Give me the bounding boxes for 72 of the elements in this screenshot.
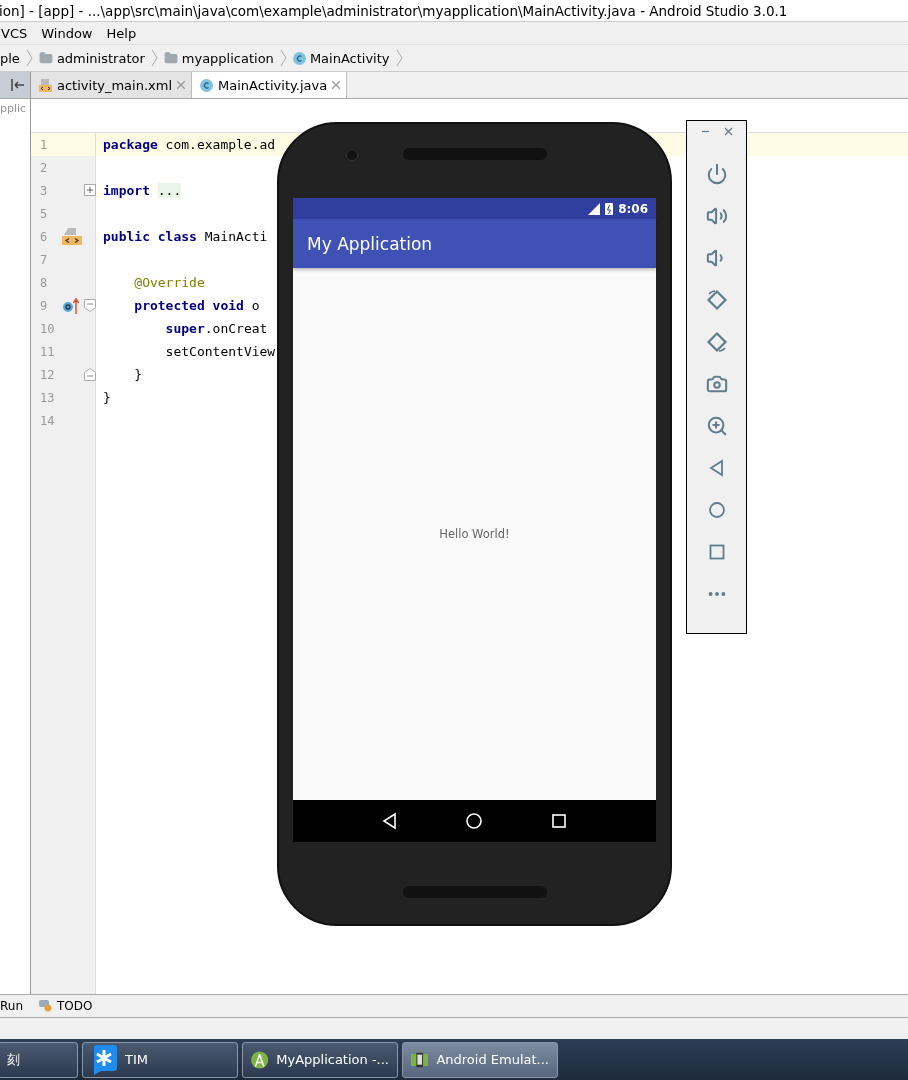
camera-lens: [346, 149, 358, 161]
taskbar-button[interactable]: TIM: [82, 1041, 238, 1078]
code-line: }: [102, 390, 111, 405]
line-number: 6: [39, 229, 49, 244]
power-icon[interactable]: [705, 163, 728, 185]
rotate-left-icon[interactable]: [705, 289, 728, 311]
line-number: 11: [39, 344, 56, 359]
breadcrumb-item[interactable]: administrator: [38, 50, 145, 66]
code-line: public class MainActi: [102, 229, 268, 244]
line-number: 9: [39, 298, 49, 313]
class-icon: [292, 51, 306, 65]
code-line: import ...: [102, 183, 182, 198]
battery-icon: [605, 202, 614, 215]
editor-tab[interactable]: MainActivity.java: [192, 72, 348, 98]
zoom-in-icon[interactable]: [705, 415, 728, 437]
star-app-icon: [91, 1044, 117, 1075]
chevron-icon: [395, 48, 403, 68]
code-line: @Override: [133, 275, 205, 290]
tool-window-button[interactable]: TODO: [39, 999, 93, 1013]
fold-expand-icon[interactable]: [84, 184, 96, 197]
status-time: 8:06: [618, 201, 648, 216]
line-number: 1: [39, 137, 49, 152]
close-icon[interactable]: [332, 81, 341, 89]
todo-icon: [39, 1000, 53, 1012]
fold-icon[interactable]: [84, 368, 96, 381]
tool-window-button[interactable]: Run: [0, 999, 23, 1013]
line-number: 10: [39, 321, 56, 336]
menu-item[interactable]: Help: [105, 25, 138, 41]
line-number: 13: [39, 390, 56, 405]
breadcrumb-item[interactable]: myapplication: [163, 50, 274, 66]
code-line: super.onCreat: [164, 321, 268, 336]
line-number: 3: [39, 183, 49, 198]
line-number: 7: [39, 252, 49, 267]
recents-icon[interactable]: [549, 812, 568, 830]
code-line: protected void o: [133, 298, 260, 313]
chevron-icon: [279, 48, 287, 68]
code-line: }: [133, 367, 143, 382]
breadcrumb-item[interactable]: ple: [0, 50, 20, 66]
editor-tab[interactable]: activity_main.xml: [31, 72, 192, 98]
collapse-pane-icon[interactable]: [10, 79, 24, 91]
home-icon[interactable]: [465, 812, 484, 830]
override-icon[interactable]: [62, 296, 82, 315]
close-icon[interactable]: [723, 127, 733, 136]
fold-icon[interactable]: [84, 299, 96, 312]
line-number: 14: [39, 413, 56, 428]
taskbar-button[interactable]: Android Emulat...: [402, 1041, 558, 1078]
layout-file-icon: [39, 78, 52, 92]
rotate-right-icon[interactable]: [705, 331, 728, 353]
breadcrumb-item[interactable]: MainActivity: [292, 50, 390, 66]
hello-text: Hello World!: [439, 527, 510, 541]
close-icon[interactable]: [177, 81, 185, 89]
folder-icon: [38, 51, 53, 65]
chevron-icon: [150, 48, 158, 68]
line-number: 8: [39, 275, 49, 290]
line-number: 2: [39, 160, 49, 175]
code-line: setContentView: [164, 344, 276, 359]
class-icon: [200, 78, 213, 92]
folder-icon: [163, 51, 178, 65]
menu-item[interactable]: Window: [40, 25, 94, 41]
layout-file-icon[interactable]: [62, 227, 82, 246]
app-title: My Application: [307, 233, 433, 254]
menu-item[interactable]: VCS: [0, 25, 29, 41]
chevron-icon: [25, 48, 33, 68]
line-number: 5: [39, 206, 49, 221]
taskbar-button[interactable]: 刻: [0, 1041, 78, 1078]
code-line: package com.example.ad: [102, 137, 276, 152]
taskbar-button[interactable]: MyApplication -...: [242, 1041, 398, 1078]
camera-icon[interactable]: [705, 373, 728, 395]
volume-up-icon[interactable]: [705, 205, 728, 227]
line-number: 12: [39, 367, 56, 382]
signal-icon: [586, 202, 601, 215]
window-title: ion] - [app] - ...\app\src\main\java\com\example\administrator\myapplication\MainActivity.java - Android Studio 3.0.1: [0, 2, 788, 19]
